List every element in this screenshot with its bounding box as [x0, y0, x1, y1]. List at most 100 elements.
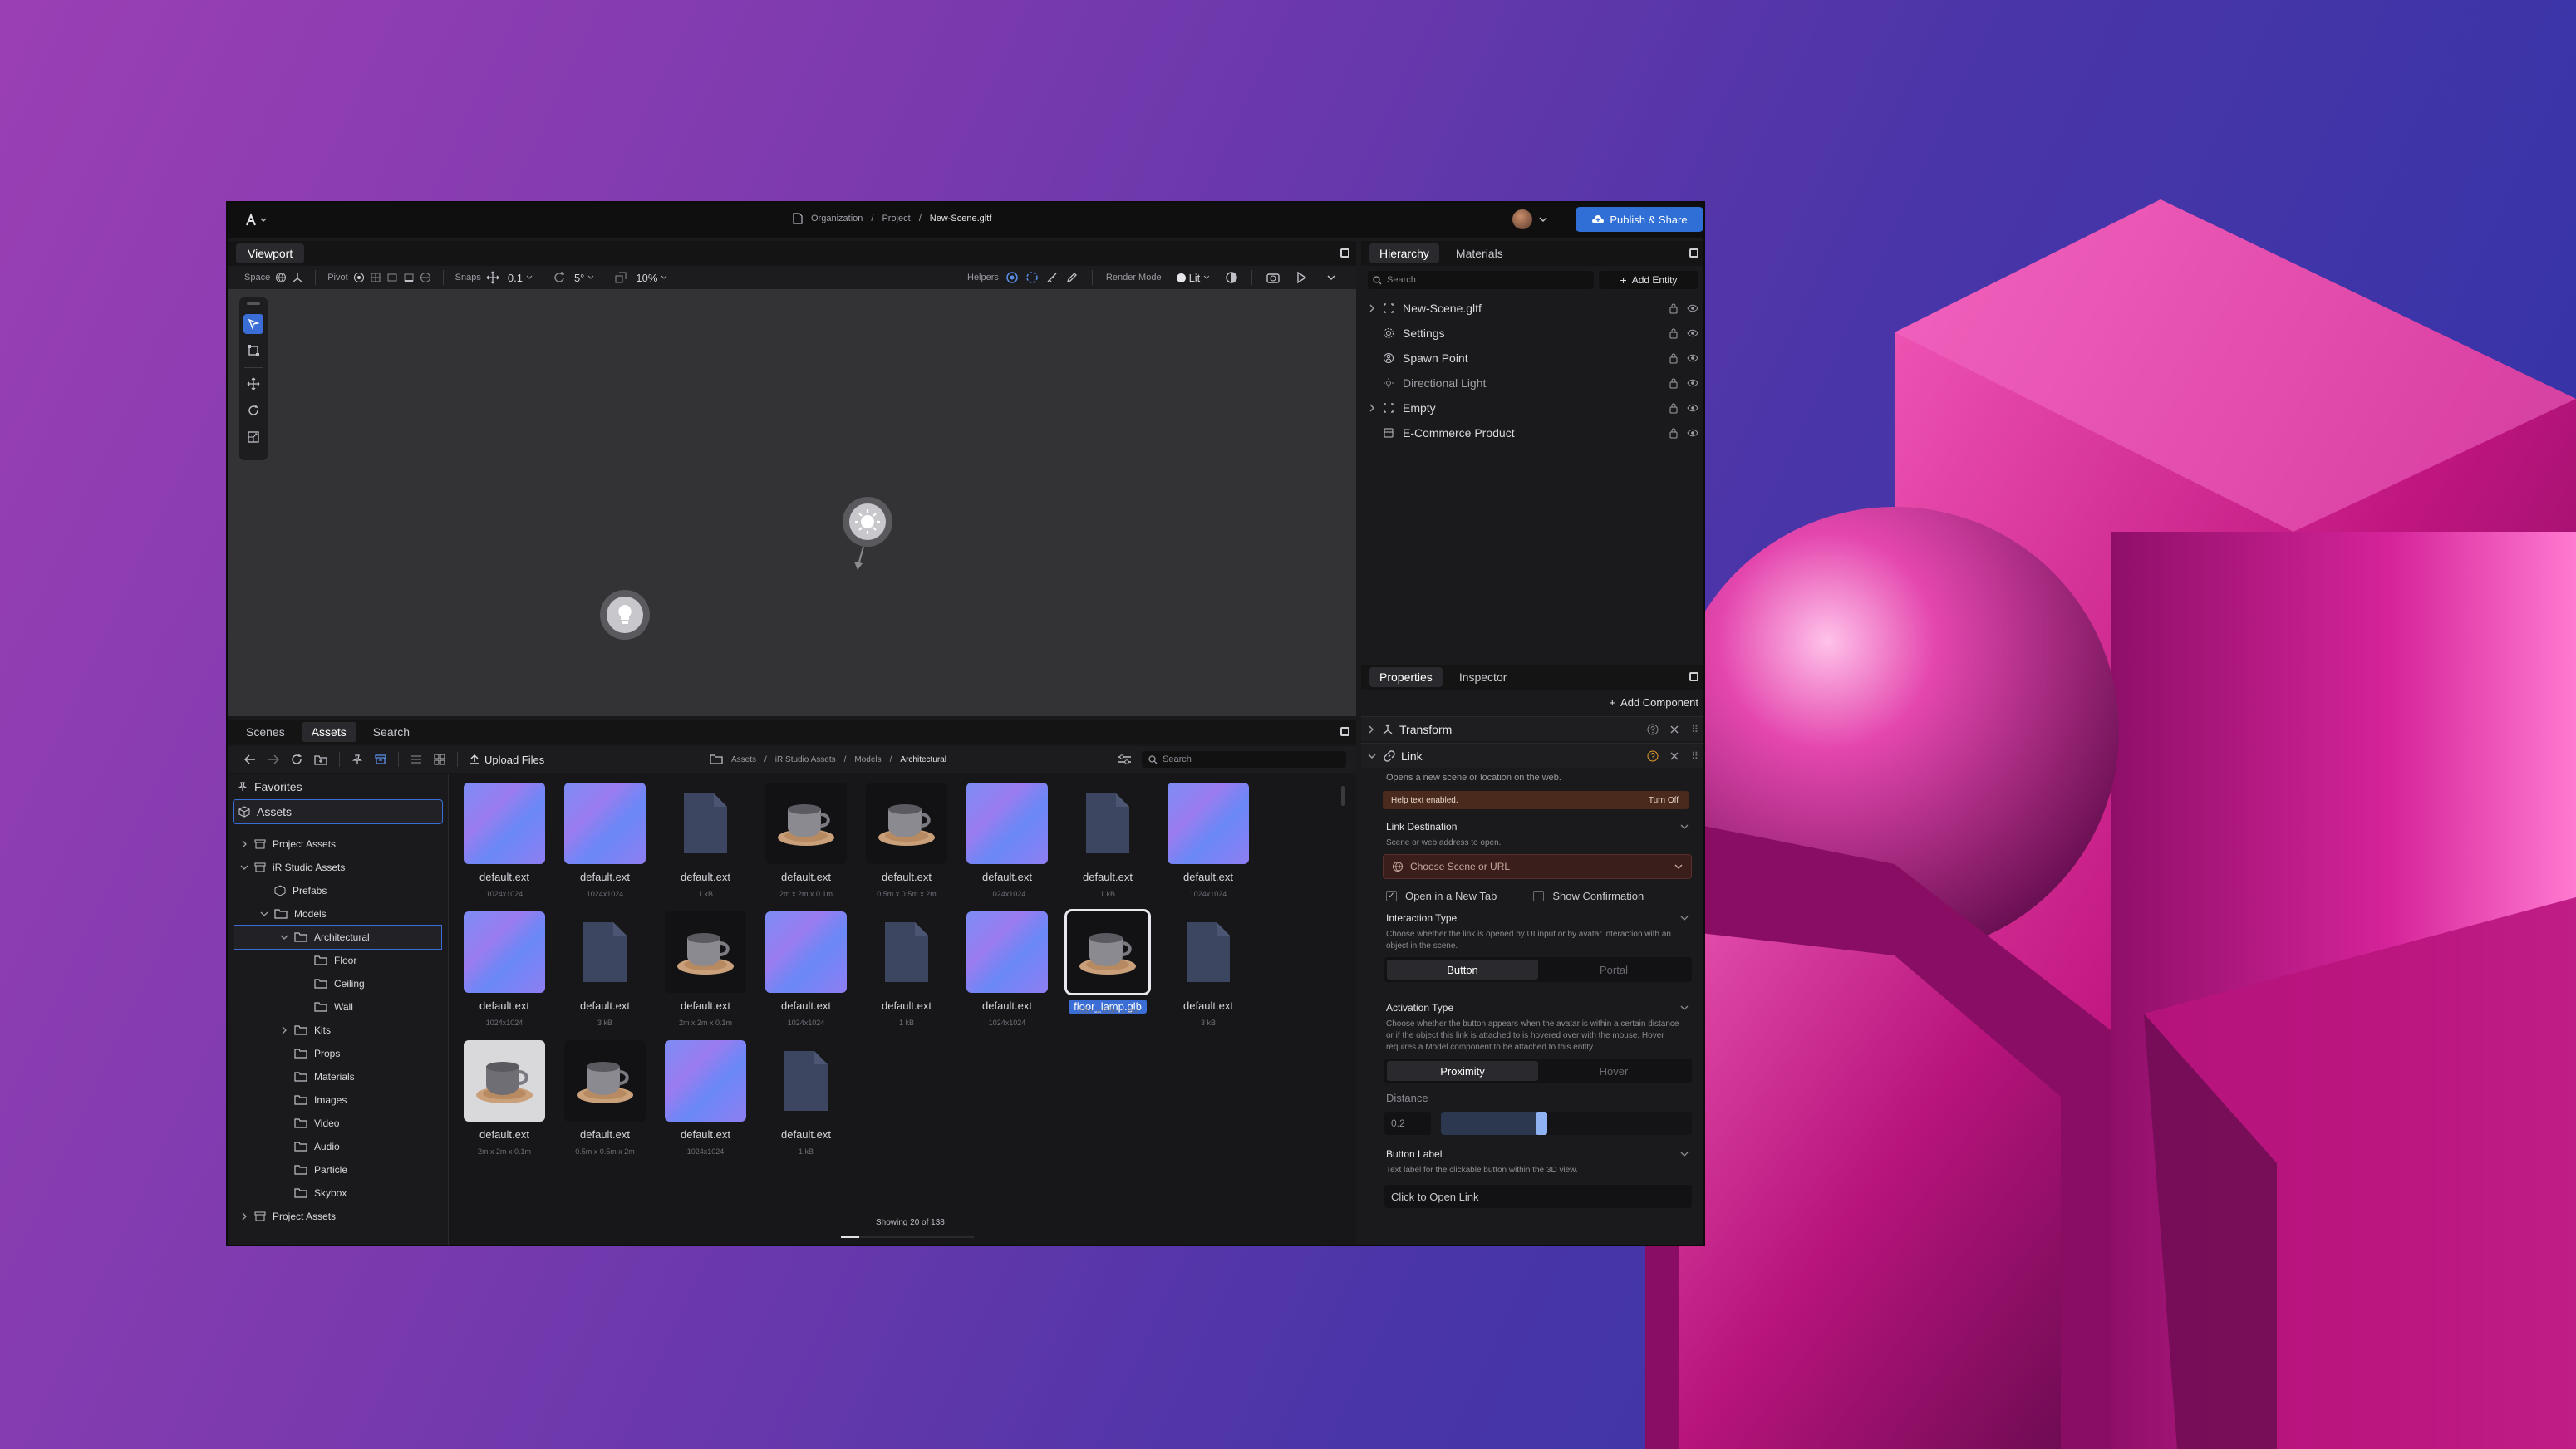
rotate-snap-select[interactable]: 5°: [571, 272, 597, 284]
open-new-tab-checkbox[interactable]: ✓: [1386, 890, 1397, 901]
activation-proximity-option[interactable]: Proximity: [1387, 1061, 1538, 1081]
asset-item[interactable]: default.ext 2m x 2m x 0.1m: [459, 1040, 550, 1156]
breadcrumb-organization[interactable]: Organization: [811, 214, 863, 223]
button-label-header[interactable]: Button Label: [1361, 1147, 1703, 1162]
point-light-gizmo[interactable]: [598, 588, 651, 641]
turn-off-link[interactable]: Turn Off: [1649, 796, 1679, 805]
path-models[interactable]: Models: [854, 755, 881, 764]
hierarchy-item[interactable]: Directional Light: [1361, 371, 1703, 395]
filter-settings-icon[interactable]: [1117, 754, 1132, 765]
move-snap-icon[interactable]: [486, 271, 499, 284]
directional-light-gizmo[interactable]: [841, 495, 894, 570]
rotate-snap-icon[interactable]: [553, 271, 566, 284]
tab-properties[interactable]: Properties: [1369, 667, 1443, 687]
breadcrumb-scene[interactable]: New-Scene.gltf: [930, 214, 992, 223]
chevron-right-icon[interactable]: [1368, 404, 1376, 412]
tab-scenes[interactable]: Scenes: [236, 722, 295, 742]
show-confirmation-checkbox[interactable]: [1533, 890, 1545, 901]
scale-tool-button[interactable]: [243, 427, 263, 447]
folder-tree-item[interactable]: Wall: [228, 995, 448, 1019]
asset-item[interactable]: default.ext 2m x 2m x 0.1m: [660, 911, 751, 1027]
back-arrow-icon[interactable]: [244, 754, 256, 764]
helper-ruler-icon[interactable]: [1045, 271, 1059, 284]
add-component-button[interactable]: + Add Component: [1609, 693, 1698, 711]
lock-icon[interactable]: [1669, 352, 1679, 364]
close-icon[interactable]: [1670, 725, 1679, 734]
asset-item[interactable]: default.ext 1024x1024: [961, 783, 1053, 898]
folder-tree-item[interactable]: Project Assets: [228, 833, 448, 856]
chevron-down-icon[interactable]: [259, 911, 269, 917]
folder-tree-item[interactable]: Audio: [228, 1135, 448, 1158]
pivot-bottom-icon[interactable]: [403, 272, 415, 283]
asset-item[interactable]: default.ext 1024x1024: [459, 783, 550, 898]
palette-handle[interactable]: [247, 302, 260, 305]
tab-inspector[interactable]: Inspector: [1449, 667, 1517, 687]
asset-item[interactable]: default.ext 3 kB: [1163, 911, 1254, 1027]
pivot-grid-icon[interactable]: [370, 272, 381, 283]
select-tool-button[interactable]: [243, 314, 263, 334]
new-folder-icon[interactable]: [314, 754, 327, 765]
grid-view-icon[interactable]: [434, 754, 445, 765]
asset-item[interactable]: default.ext 1024x1024: [459, 911, 550, 1027]
interaction-portal-option[interactable]: Portal: [1538, 960, 1689, 980]
asset-item[interactable]: default.ext 1024x1024: [660, 1040, 751, 1156]
hierarchy-item[interactable]: New-Scene.gltf: [1361, 296, 1703, 321]
favorites-item[interactable]: Favorites: [228, 774, 448, 799]
folder-tree-item[interactable]: Kits: [228, 1019, 448, 1042]
move-tool-button[interactable]: [243, 374, 263, 394]
archive-icon[interactable]: [375, 754, 386, 765]
panel-options-icon[interactable]: [1340, 248, 1349, 258]
move-snap-select[interactable]: 0.1: [504, 272, 536, 284]
globe-icon[interactable]: [275, 272, 287, 283]
bounds-tool-button[interactable]: [243, 341, 263, 361]
folder-tree-item[interactable]: Skybox: [228, 1181, 448, 1205]
link-component-header[interactable]: Link ⠿: [1361, 743, 1703, 768]
avatar-menu[interactable]: [1512, 209, 1547, 229]
pin-icon[interactable]: [351, 754, 363, 765]
chevron-down-icon[interactable]: [1327, 274, 1335, 281]
hierarchy-item[interactable]: Settings: [1361, 321, 1703, 346]
folder-tree-item[interactable]: Materials: [228, 1065, 448, 1088]
upload-files-button[interactable]: Upload Files: [469, 754, 544, 766]
help-icon[interactable]: [1647, 724, 1659, 735]
eye-icon[interactable]: [1687, 354, 1698, 362]
play-icon[interactable]: [1295, 271, 1307, 284]
folder-tree-item[interactable]: Images: [228, 1088, 448, 1112]
chevron-right-icon[interactable]: [239, 1212, 249, 1221]
assets-root-item[interactable]: Assets: [233, 799, 443, 824]
eye-icon[interactable]: [1687, 304, 1698, 312]
grid-scrollbar[interactable]: [1341, 786, 1345, 806]
asset-item[interactable]: default.ext 1024x1024: [1163, 783, 1254, 898]
helper-grid-icon[interactable]: [1005, 271, 1019, 284]
tab-hierarchy[interactable]: Hierarchy: [1369, 243, 1439, 263]
button-label-input[interactable]: Click to Open Link: [1384, 1185, 1692, 1208]
asset-item[interactable]: default.ext 1 kB: [760, 1040, 852, 1156]
tab-viewport[interactable]: Viewport: [236, 243, 305, 263]
axis-icon[interactable]: [292, 272, 303, 283]
asset-item[interactable]: default.ext 0.5m x 0.5m x 2m: [861, 783, 952, 898]
folder-tree-item[interactable]: Floor: [228, 949, 448, 972]
asset-item[interactable]: default.ext 1 kB: [861, 911, 952, 1027]
chevron-right-icon[interactable]: [279, 1026, 289, 1034]
drag-handle-icon[interactable]: ⠿: [1691, 750, 1698, 762]
folder-tree-item[interactable]: Particle: [228, 1158, 448, 1181]
eye-icon[interactable]: [1687, 329, 1698, 337]
activation-type-header[interactable]: Activation Type: [1361, 1000, 1703, 1015]
folder-tree-item[interactable]: iR Studio Assets: [228, 856, 448, 879]
pivot-world-icon[interactable]: [420, 272, 431, 283]
chevron-down-icon[interactable]: [279, 934, 289, 941]
asset-item[interactable]: default.ext 1024x1024: [760, 911, 852, 1027]
render-mode-select[interactable]: Lit: [1173, 272, 1214, 284]
contrast-icon[interactable]: [1225, 271, 1238, 284]
chevron-right-icon[interactable]: [239, 840, 249, 848]
path-architectural[interactable]: Architectural: [900, 755, 946, 764]
lock-icon[interactable]: [1669, 427, 1679, 439]
link-destination-header[interactable]: Link Destination: [1361, 819, 1703, 834]
chevron-right-icon[interactable]: [1368, 304, 1376, 312]
folder-tree-item[interactable]: Prefabs: [228, 879, 448, 902]
panel-options-icon[interactable]: [1340, 727, 1349, 736]
pivot-bounds-icon[interactable]: [386, 272, 398, 283]
chevron-down-icon[interactable]: [239, 864, 249, 871]
asset-item[interactable]: default.ext 1024x1024: [559, 783, 651, 898]
breadcrumb-project[interactable]: Project: [882, 214, 910, 223]
